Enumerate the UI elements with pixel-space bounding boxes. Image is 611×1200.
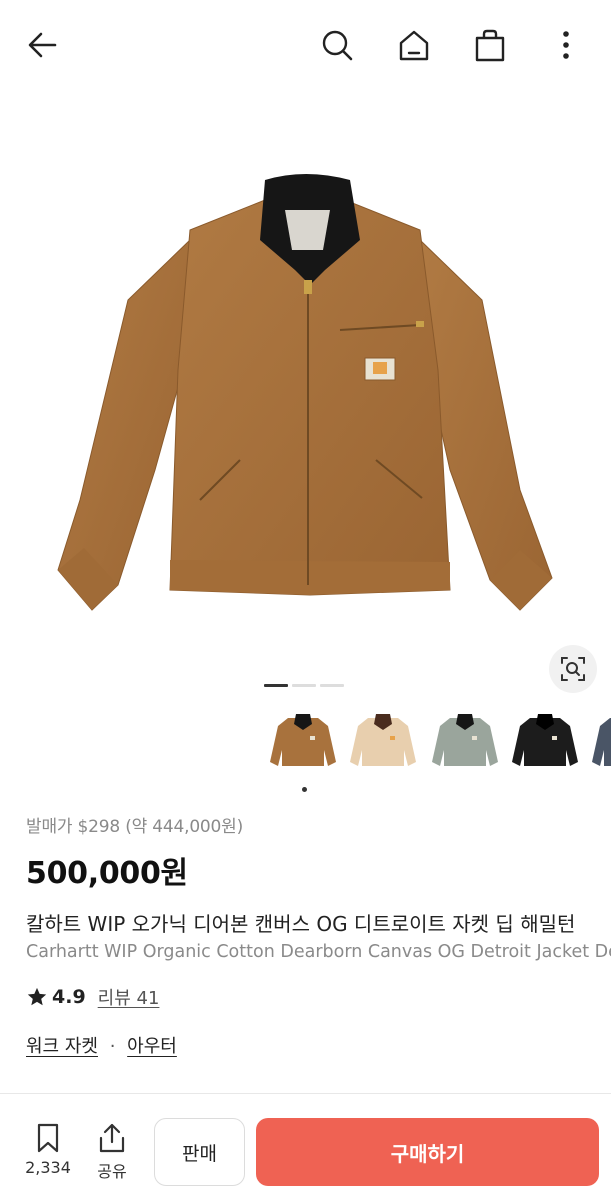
share-button[interactable]: 공유 (82, 1122, 142, 1182)
variant-thumbnail-grey-green[interactable] (428, 706, 502, 780)
rating-row: 4.9 리뷰 41 (26, 984, 159, 1010)
category-link-outer[interactable]: 아우터 (127, 1036, 177, 1057)
product-title-english: Carhartt WIP Organic Cotton Dearborn Can… (26, 942, 611, 962)
star-icon (27, 987, 47, 1006)
share-icon (99, 1123, 125, 1153)
variant-thumbnail-navy[interactable] (588, 706, 611, 780)
bottom-action-bar: 2,334 공유 판매 구매하기 (0, 1094, 611, 1200)
more-vertical-icon (563, 31, 569, 59)
rating-value: 4.9 (52, 986, 86, 1008)
selected-thumbnail-indicator (302, 787, 307, 792)
search-icon (322, 30, 353, 61)
arrow-left-icon (28, 32, 57, 58)
variant-thumbnail-brown[interactable] (266, 706, 340, 780)
reviews-link[interactable]: 리뷰 41 (98, 984, 160, 1010)
product-image-area[interactable] (0, 90, 611, 700)
shopping-bag-icon (475, 29, 505, 62)
top-navigation-bar (0, 0, 611, 90)
release-price: 발매가 $298 (약 444,000원) (26, 817, 244, 837)
category-separator: · (109, 1036, 116, 1057)
pagination-dot (292, 684, 316, 687)
gallery-pagination (264, 684, 344, 688)
variant-thumbnail-black[interactable] (508, 706, 582, 780)
home-button[interactable] (393, 24, 435, 66)
bookmark-count: 2,334 (25, 1158, 71, 1177)
product-title-korean: 칼하트 WIP 오가닉 디어본 캔버스 OG 디트로이트 자켓 딥 해밀턴 (26, 912, 576, 936)
image-search-icon (561, 657, 585, 681)
search-button[interactable] (316, 24, 358, 66)
bookmark-icon (37, 1123, 59, 1153)
product-image (57, 174, 553, 611)
pagination-dot-active (264, 684, 288, 687)
category-breadcrumb: 워크 자켓 · 아우터 (26, 1032, 177, 1058)
image-search-button[interactable] (549, 645, 597, 693)
share-label: 공유 (97, 1162, 127, 1181)
home-icon (399, 30, 429, 61)
back-button[interactable] (22, 24, 64, 66)
category-link-work-jacket[interactable]: 워크 자켓 (26, 1036, 98, 1057)
more-options-button[interactable] (545, 24, 587, 66)
variant-thumbnail-beige[interactable] (346, 706, 420, 780)
color-variant-thumbnails (266, 706, 611, 786)
sell-button[interactable]: 판매 (154, 1118, 245, 1186)
buy-button[interactable]: 구매하기 (256, 1118, 599, 1186)
product-price: 500,000원 (26, 856, 188, 891)
bookmark-button[interactable]: 2,334 (18, 1122, 78, 1177)
pagination-dot (320, 684, 344, 687)
shopping-bag-button[interactable] (469, 24, 511, 66)
